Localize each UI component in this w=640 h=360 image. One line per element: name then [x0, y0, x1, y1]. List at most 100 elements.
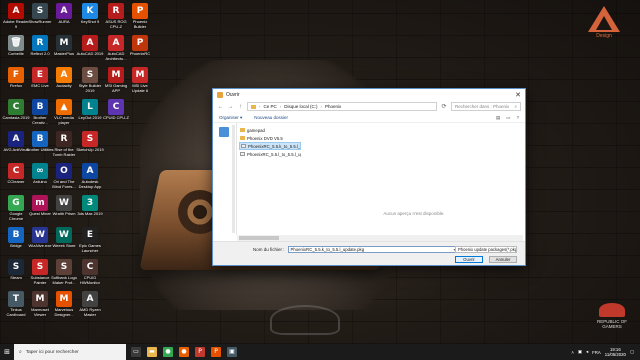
- desktop-icon[interactable]: K KeyShot 9: [76, 1, 104, 35]
- photoshop-icon[interactable]: P: [195, 347, 205, 357]
- search-placeholder: Rechercher dans : Phoenix: [455, 104, 510, 109]
- app-icon: S: [32, 259, 48, 275]
- new-folder-button[interactable]: Nouveau dossier: [254, 115, 288, 120]
- view-options-icon[interactable]: ▤: [496, 115, 500, 121]
- desktop-icon[interactable]: M MasterPlus: [50, 33, 78, 67]
- app-icon: 🗑: [8, 35, 24, 51]
- search-input[interactable]: Rechercher dans : Phoenix ⌕: [451, 102, 521, 111]
- desktop-icon[interactable]: W Wraith Prism: [50, 193, 78, 227]
- desktop-icon[interactable]: A AutoCAD 2019: [76, 33, 104, 67]
- desktop-icon[interactable]: S Softbank Logo Maker Prof...: [50, 257, 78, 291]
- app-icon: W: [32, 227, 48, 243]
- close-icon[interactable]: ✕: [511, 91, 525, 99]
- desktop-icon[interactable]: A Audacity: [50, 65, 78, 99]
- scrollbar-thumb[interactable]: [239, 236, 279, 240]
- desktop-icon[interactable]: C CPUID HWMonitor: [76, 257, 104, 291]
- app-icon: B: [8, 227, 24, 243]
- desktop-icon[interactable]: R Rise of the Tomb Raider: [50, 129, 78, 163]
- desktop-icon[interactable]: A Autodesk Desktop App: [76, 161, 104, 195]
- desktop-icon[interactable]: S Style Builder 2019: [76, 65, 104, 99]
- quick-access-icon[interactable]: [219, 127, 229, 137]
- file-item[interactable]: PhoenixRC_5.5.l_to_5.5.l_update: [239, 150, 301, 158]
- clock-date: 11/05/2020: [604, 352, 626, 357]
- app-icon: C: [8, 163, 24, 179]
- desktop-icon[interactable]: P Phoenix Builder: [126, 1, 154, 35]
- up-arrow-icon[interactable]: ↑: [237, 104, 244, 110]
- app-icon: M: [132, 67, 148, 83]
- cancel-button[interactable]: Annuler: [489, 256, 517, 263]
- desktop-icon-label: Audacity: [56, 84, 72, 88]
- app-icon: A: [56, 3, 72, 19]
- breadcrumb-local-disk[interactable]: Disque local (C:): [284, 104, 317, 109]
- language-indicator[interactable]: FRA: [592, 350, 601, 355]
- desktop-icon[interactable]: A AURA: [50, 1, 78, 35]
- desktop-icon[interactable]: O Ori and The Blind Fores...: [50, 161, 78, 195]
- breadcrumb-separator: ›: [279, 104, 282, 109]
- app-icon: 3: [82, 195, 98, 211]
- desktop-icon[interactable]: P PhoenixRC: [126, 33, 154, 67]
- file-item[interactable]: Phoenix DVD V5.5: [239, 134, 301, 142]
- navigation-bar: ← → ↑ › Ce PC › Disque local (C:) › Phoe…: [213, 100, 525, 113]
- address-bar[interactable]: › Ce PC › Disque local (C:) › Phoenix: [247, 102, 437, 111]
- file-item[interactable]: gamepad: [239, 126, 301, 134]
- phoenix-icon[interactable]: P: [211, 347, 221, 357]
- file-item[interactable]: PhoenixRC_5.5.k_to_5.5.l_update: [239, 142, 301, 150]
- file-explorer-icon[interactable]: ▬: [147, 347, 157, 357]
- breadcrumb-separator: ›: [259, 104, 261, 109]
- app-icon: S: [32, 3, 48, 19]
- app-icon: B: [32, 99, 48, 115]
- navigation-pane: [213, 123, 237, 235]
- firefox-icon[interactable]: ●: [179, 347, 189, 357]
- task-view-icon[interactable]: ▭: [131, 347, 141, 357]
- desktop-icon-label: 3ds Max 2019: [77, 212, 103, 216]
- windows-start-icon[interactable]: ⊞: [0, 344, 14, 360]
- rog-watermark-logo: [270, 305, 340, 335]
- app-icon: [217, 91, 223, 98]
- preview-message: Aucun aperçu n'est disponible.: [383, 211, 445, 216]
- desktop-icon[interactable]: E Epic Games Launcher: [76, 225, 104, 259]
- breadcrumb-phoenix[interactable]: Phoenix: [325, 104, 341, 109]
- desktop-icon-label: PhoenixRC: [129, 52, 151, 56]
- store-icon[interactable]: ▣: [227, 347, 237, 357]
- organize-menu[interactable]: Organiser ▾: [219, 115, 242, 121]
- desktop-icon[interactable]: S SketchUp 2019: [76, 129, 104, 163]
- desktop-icon-label: SketchUp 2019: [76, 148, 104, 152]
- folder-icon: [240, 127, 245, 133]
- desktop-icon[interactable]: A AMD Ryzen Master: [76, 289, 104, 323]
- desktop-icon[interactable]: M Marvelous Designer...: [50, 289, 78, 323]
- chevron-up-icon[interactable]: ˄: [571, 350, 574, 355]
- preview-pane-icon[interactable]: ▭: [506, 115, 510, 121]
- app-icon: O: [56, 163, 72, 179]
- desktop-icon[interactable]: 3 3ds Max 2019: [76, 193, 104, 227]
- notifications-icon[interactable]: ▢: [630, 349, 634, 355]
- app-icon: L: [82, 99, 98, 115]
- back-arrow-icon[interactable]: ←: [217, 104, 224, 110]
- dialog-titlebar[interactable]: Ouvrir ✕: [213, 89, 525, 100]
- desktop-icon[interactable]: ▲ VLC media player: [50, 97, 78, 131]
- desktop-icon[interactable]: M MSI Live Update 6: [126, 65, 154, 99]
- breadcrumb-this-pc[interactable]: Ce PC: [264, 104, 277, 109]
- network-icon[interactable]: ▣: [578, 349, 582, 355]
- folder-icon: [240, 135, 245, 141]
- help-icon[interactable]: ?: [516, 115, 519, 121]
- file-name: PhoenixRC_5.5.l_to_5.5.l_update: [247, 151, 301, 157]
- file-type-filter[interactable]: Phoenix update packages(*.pkg: [455, 246, 517, 253]
- desktop-icon-label: Phoenix Builder: [132, 20, 148, 29]
- open-button[interactable]: Ouvrir: [455, 256, 483, 263]
- desktop-icon[interactable]: W Weeek Store: [50, 225, 78, 259]
- desktop-icon-label: MasterPlus: [53, 52, 74, 56]
- refresh-icon[interactable]: ⟳: [440, 103, 448, 110]
- desktop-icon[interactable]: C CPUID CPU-Z: [102, 97, 130, 131]
- app-icon: S: [82, 131, 98, 147]
- clock[interactable]: 19:16 11/05/2020: [605, 347, 626, 357]
- dialog-body: gamepad Phoenix DVD V5.5 PhoenixRC_5.5.k_t…: [213, 123, 525, 235]
- desktop-icon[interactable]: L LeyOut 2019: [76, 97, 104, 131]
- taskbar-search[interactable]: ⌕ Taper ici pour rechercher: [14, 344, 126, 360]
- desktop-icon-label: Ori and The Blind Fores...: [52, 180, 76, 189]
- filename-input[interactable]: PhoenixRC_5.5.k_to_5.5.l_update.pkg ▾: [287, 246, 458, 253]
- forward-arrow-icon[interactable]: →: [227, 104, 234, 110]
- app-icon: A: [82, 163, 98, 179]
- navigation-pane-scrollbar[interactable]: [232, 125, 235, 233]
- chrome-icon[interactable]: ●: [163, 347, 173, 357]
- volume-icon[interactable]: ◂: [586, 349, 588, 355]
